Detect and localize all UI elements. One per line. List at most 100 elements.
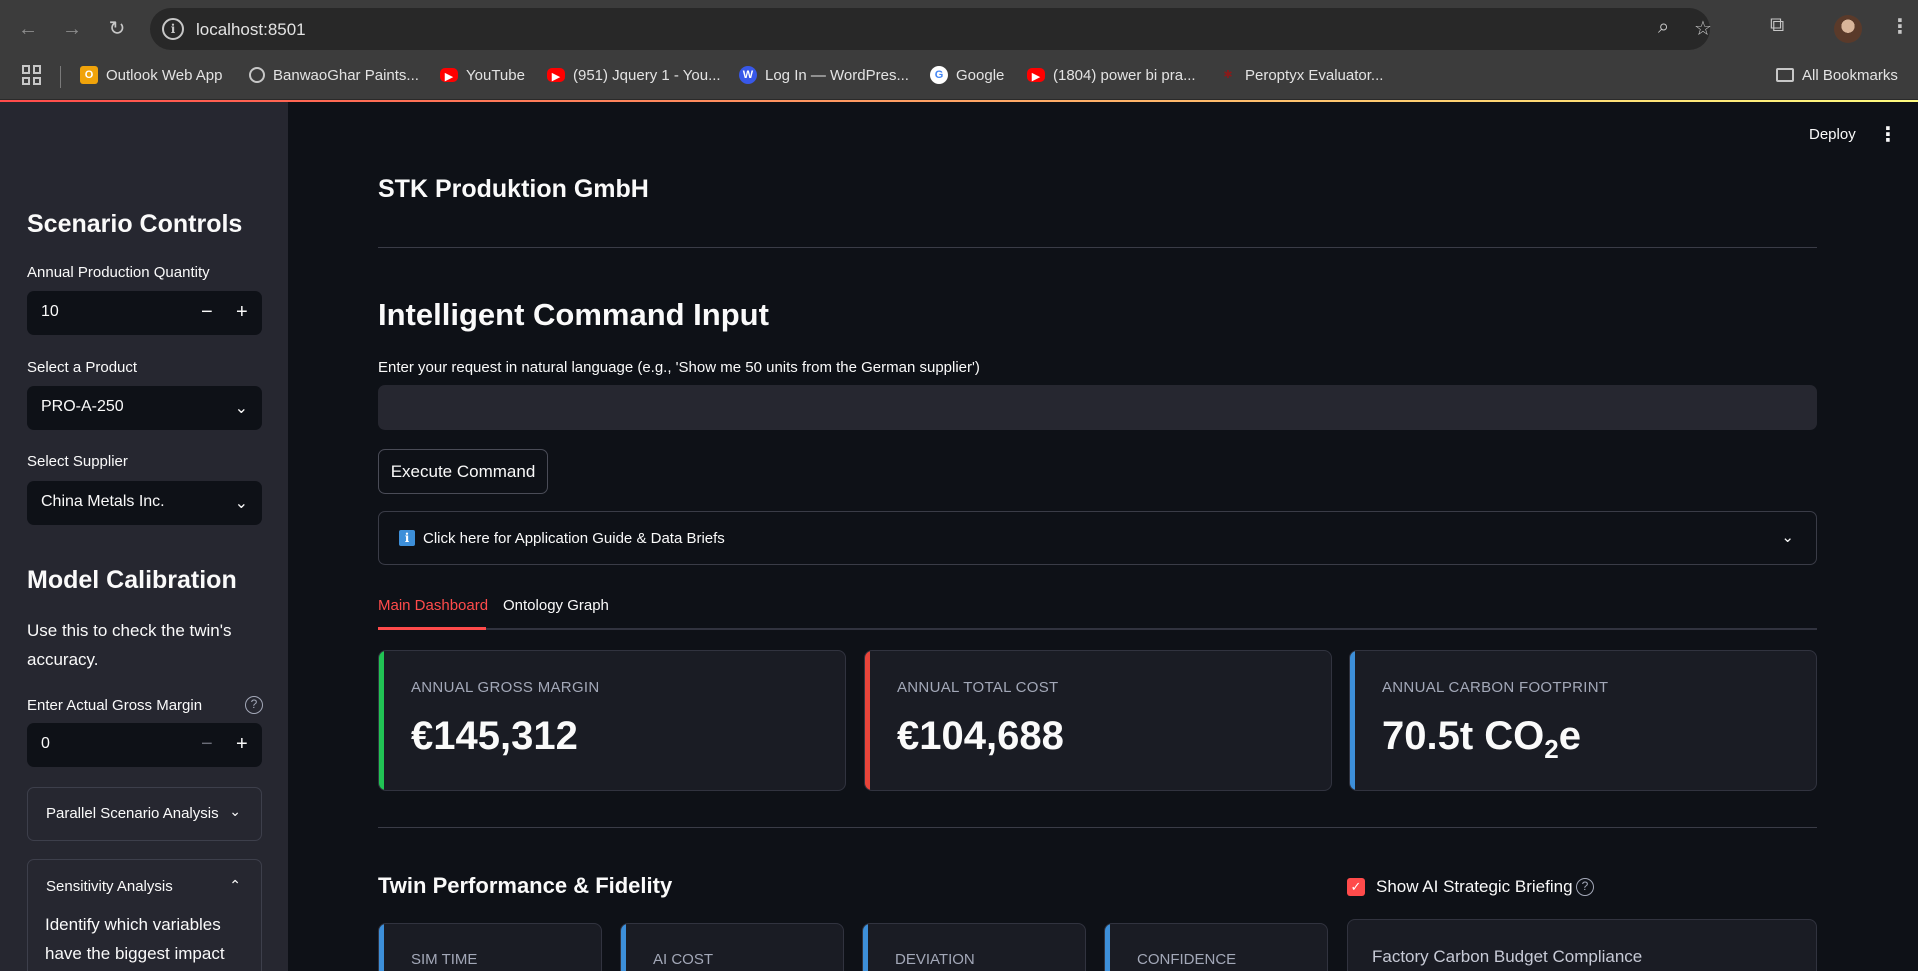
profile-avatar[interactable] — [1834, 15, 1862, 43]
address-bar[interactable]: i localhost:8501 ⌕ ☆ — [150, 8, 1712, 50]
info-icon: i — [399, 530, 415, 546]
metric-label: SIM TIME — [411, 951, 478, 968]
bookmark-star-icon[interactable]: ☆ — [1694, 16, 1712, 41]
globe-icon — [249, 67, 265, 83]
back-icon[interactable]: ← — [13, 14, 43, 44]
sensitivity-analysis-label: Sensitivity Analysis — [46, 878, 173, 895]
peroptyx-icon: ✱ — [1223, 69, 1233, 81]
metric-value: €145,312 — [411, 714, 578, 758]
youtube-icon: ▶ — [440, 68, 458, 83]
qty-label: Annual Production Quantity — [27, 264, 210, 281]
product-value: PRO-A-250 — [41, 398, 124, 415]
tab-ontology-graph[interactable]: Ontology Graph — [503, 597, 609, 614]
reload-icon[interactable]: ↻ — [102, 14, 132, 44]
calibration-description: Use this to check the twin's accuracy. — [27, 621, 232, 669]
metric-card-confidence: CONFIDENCE — [1104, 923, 1328, 971]
bookmark-peroptyx[interactable]: ✱ Peroptyx Evaluator... — [1219, 64, 1383, 86]
bookmark-outlook[interactable]: O Outlook Web App — [80, 64, 222, 86]
extensions-icon[interactable]: ⧉ — [1770, 14, 1784, 37]
qty-number-input[interactable]: 10 − + — [27, 291, 262, 335]
metric-accent-bar — [1105, 924, 1110, 971]
qty-increment-icon[interactable]: + — [236, 301, 248, 324]
app-menu-icon[interactable]: ⋮ — [1878, 122, 1898, 147]
forward-icon[interactable]: → — [57, 14, 87, 44]
supplier-select[interactable]: China Metals Inc. ⌄ — [27, 481, 262, 525]
gross-margin-increment-icon[interactable]: + — [236, 733, 248, 756]
metric-label: ANNUAL TOTAL COST — [897, 679, 1059, 696]
youtube-icon: ▶ — [547, 68, 565, 83]
bookmark-jquery[interactable]: ▶ (951) Jquery 1 - You... — [547, 64, 721, 86]
all-bookmarks[interactable]: All Bookmarks — [1776, 64, 1898, 86]
tabs-divider — [378, 628, 1817, 630]
product-label: Select a Product — [27, 359, 138, 376]
metric-card-ai-cost: AI COST — [620, 923, 844, 971]
metric-label: ANNUAL CARBON FOOTPRINT — [1382, 679, 1609, 696]
url-text[interactable]: localhost:8501 — [196, 20, 306, 40]
parallel-scenario-label: Parallel Scenario Analysis — [46, 805, 219, 822]
bookmark-power-bi[interactable]: ▶ (1804) power bi pra... — [1027, 64, 1196, 86]
supplier-label: Select Supplier — [27, 453, 128, 470]
command-heading: Intelligent Command Input — [378, 297, 769, 332]
qty-decrement-icon[interactable]: − — [201, 301, 213, 324]
metric-card-sim-time: SIM TIME — [378, 923, 602, 971]
help-icon[interactable]: ? — [245, 696, 263, 714]
metric-card-total-cost: ANNUAL TOTAL COST €104,688 — [864, 650, 1332, 791]
metric-card-carbon-footprint: ANNUAL CARBON FOOTPRINT 70.5t CO2e — [1349, 650, 1817, 791]
show-briefing-label[interactable]: Show AI Strategic Briefing — [1376, 877, 1573, 897]
page-title: STK Produktion GmbH — [378, 175, 649, 203]
supplier-value: China Metals Inc. — [41, 493, 165, 510]
bookmark-banwaoghar[interactable]: BanwaoGhar Paints... — [249, 64, 419, 86]
divider — [378, 827, 1817, 828]
metric-accent-bar — [1350, 651, 1355, 790]
bookmark-wordpress[interactable]: W Log In — WordPres... — [739, 64, 909, 86]
help-icon[interactable]: ? — [1576, 878, 1594, 896]
metric-label: DEVIATION — [895, 951, 975, 968]
chevron-down-icon: ⌄ — [1781, 529, 1794, 546]
chevron-down-icon: ⌄ — [234, 400, 248, 417]
active-tab-indicator — [378, 627, 486, 630]
metric-accent-bar — [379, 651, 384, 790]
chevron-down-icon: ⌄ — [229, 803, 241, 819]
metric-accent-bar — [863, 924, 868, 971]
chevron-down-icon: ⌄ — [234, 495, 248, 512]
metric-card-gross-margin: ANNUAL GROSS MARGIN €145,312 — [378, 650, 846, 791]
qty-value[interactable]: 10 — [41, 303, 59, 321]
gross-margin-decrement-icon[interactable]: − — [201, 733, 213, 756]
outlook-icon: O — [80, 66, 98, 84]
divider — [378, 247, 1817, 248]
sensitivity-analysis-expander[interactable]: Sensitivity Analysis ⌃ Identify which va… — [27, 859, 262, 971]
chevron-up-icon: ⌃ — [229, 877, 241, 893]
tab-main-dashboard[interactable]: Main Dashboard — [378, 597, 488, 614]
gross-margin-value[interactable]: 0 — [41, 735, 50, 753]
metric-label: ANNUAL GROSS MARGIN — [411, 679, 600, 696]
parallel-scenario-expander[interactable]: Parallel Scenario Analysis ⌄ — [27, 787, 262, 841]
product-select[interactable]: PRO-A-250 ⌄ — [27, 386, 262, 430]
metric-label: AI COST — [653, 951, 714, 968]
metric-card-deviation: DEVIATION — [862, 923, 1086, 971]
site-info-icon[interactable]: i — [162, 18, 184, 40]
application-guide-expander[interactable]: i Click here for Application Guide & Dat… — [378, 511, 1817, 565]
show-briefing-checkbox[interactable]: ✓ — [1347, 878, 1365, 896]
sensitivity-description: Identify which variables have the bigges… — [45, 915, 225, 963]
metric-value: €104,688 — [897, 714, 1064, 758]
deploy-button[interactable]: Deploy — [1809, 126, 1856, 143]
metric-value: 70.5t CO2e — [1382, 714, 1581, 765]
command-input[interactable] — [378, 385, 1817, 430]
metric-value-main: 70.5t CO — [1382, 714, 1545, 758]
folder-icon — [1776, 68, 1794, 82]
chrome-menu-icon[interactable]: ⋮ — [1890, 14, 1910, 39]
bookmarks-divider — [60, 66, 61, 88]
execute-command-button[interactable]: Execute Command — [378, 449, 548, 494]
metric-label: CONFIDENCE — [1137, 951, 1237, 968]
metric-accent-bar — [379, 924, 384, 971]
command-input-label: Enter your request in natural language (… — [378, 359, 980, 376]
briefing-title: Factory Carbon Budget Compliance — [1372, 947, 1643, 966]
gross-margin-label: Enter Actual Gross Margin — [27, 697, 203, 714]
browser-toolbar: ← → ↻ i localhost:8501 ⌕ ☆ ⧉ ⋮ — [0, 0, 1918, 58]
bookmark-google[interactable]: G Google — [930, 64, 1004, 86]
zoom-icon[interactable]: ⌕ — [1658, 16, 1669, 39]
bookmark-youtube[interactable]: ▶ YouTube — [440, 64, 525, 86]
apps-grid-icon[interactable] — [22, 65, 42, 85]
metric-accent-bar — [865, 651, 870, 790]
gross-margin-number-input[interactable]: 0 − + — [27, 723, 262, 767]
